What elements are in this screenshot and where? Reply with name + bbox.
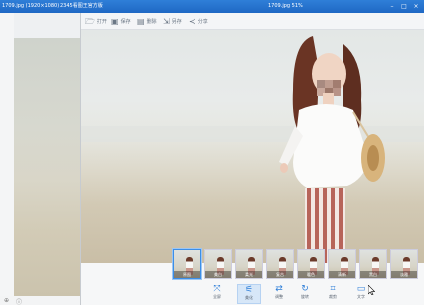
open-button[interactable]: 🗁 打开 [85,16,107,27]
adjust-label: 调整 [275,294,283,299]
filter-thumb[interactable]: 复古 [266,249,294,279]
rotate-button[interactable]: ↻ 旋转 [293,284,317,304]
filter-thumb[interactable]: 黑白 [359,249,387,279]
save-as-button[interactable]: ⇲ 另存 [163,16,182,27]
filter-label: 柔光 [236,271,262,278]
share-button[interactable]: ≺ 分享 [189,16,208,27]
delete-label: 删除 [146,19,157,25]
export-icon: ⇲ [163,16,170,26]
filter-label: 清新 [329,271,355,278]
filter-thumb[interactable]: 原图 [173,249,201,279]
share-label: 分享 [197,19,208,25]
beautify-button[interactable]: ⚟ 美化 [237,284,261,304]
filter-thumb[interactable]: 清新 [328,249,356,279]
filter-label: 原图 [174,271,200,278]
background-title-mid: 2345看图王官方版 [60,3,103,9]
save-button[interactable]: ▣ 保存 [111,16,131,27]
filter-label: 淡雅 [391,271,417,278]
filter-thumb[interactable]: 美白 [204,249,232,279]
zoom-icon[interactable]: ⊕ [4,297,9,304]
share-icon: ≺ [189,16,196,26]
adjust-icon: ⇄ [275,284,283,294]
photo-scene [81,36,424,263]
save-as-label: 另存 [171,19,182,25]
rotate-icon: ↻ [301,284,309,294]
delete-button[interactable]: ▤ 删除 [137,16,157,27]
fullscreen-icon: ⤧ [213,284,221,294]
maximize-icon[interactable]: □ [400,0,408,13]
filter-thumb[interactable]: 淡雅 [390,249,418,279]
filter-label: 复古 [267,271,293,278]
crop-icon: ⌗ [330,284,336,294]
beautify-label: 美化 [245,295,253,300]
save-label: 保存 [120,19,131,25]
image-viewer-window: 🗁 打开 ▣ 保存 ▤ 删除 ⇲ 另存 ≺ 分享 原图 美白 柔光 复古 暖色 … [80,13,424,305]
viewer-toolbar: 🗁 打开 ▣ 保存 ▤ 删除 ⇲ 另存 ≺ 分享 [81,13,424,30]
adjust-button[interactable]: ⇄ 调整 [267,284,291,304]
filter-label: 美白 [205,271,231,278]
rotate-label: 旋转 [301,294,309,299]
minimize-icon[interactable]: – [388,0,396,13]
fullscreen-button[interactable]: ⤧ 全屏 [205,284,229,304]
filter-label: 暖色 [298,271,324,278]
open-label: 打开 [96,19,107,25]
background-titlebar: 1709.jpg (1920×1080) 2345看图王官方版 1709.jpg… [0,0,424,13]
background-title-right: 1709.jpg 51% [268,3,303,9]
main-photo[interactable] [81,30,424,263]
trash-icon: ▤ [137,16,145,26]
fullscreen-label: 全屏 [213,294,221,299]
save-icon: ▣ [111,16,119,26]
filter-thumb[interactable]: 暖色 [297,249,325,279]
info-icon[interactable]: ⓘ [16,297,22,305]
background-left-panel [0,13,14,305]
close-icon[interactable]: × [412,0,420,13]
crop-button[interactable]: ⌗ 裁剪 [321,284,345,304]
background-title-left: 1709.jpg (1920×1080) [2,3,60,9]
folder-icon: 🗁 [85,16,95,26]
filter-thumb[interactable]: 柔光 [235,249,263,279]
filter-label: 黑白 [360,271,386,278]
magic-wand-icon: ⚟ [244,285,254,295]
filter-filmstrip: 原图 美白 柔光 复古 暖色 清新 黑白 淡雅 [81,248,424,286]
background-photo-preview [14,38,80,296]
mouse-cursor-icon [368,285,375,295]
crop-label: 裁剪 [329,294,337,299]
app-root: 1709.jpg (1920×1080) 2345看图王官方版 1709.jpg… [0,0,424,305]
